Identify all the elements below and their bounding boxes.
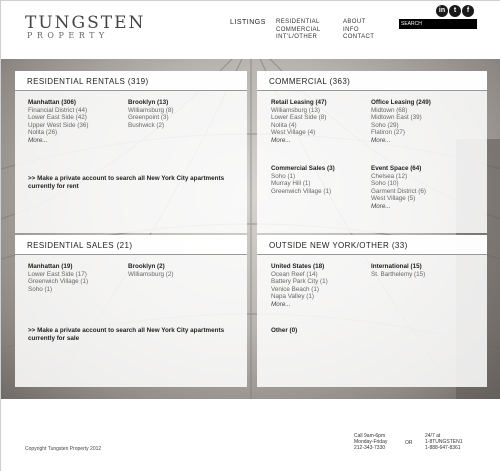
sale-account-link[interactable]: >> Make a private account to search all … (28, 327, 228, 343)
group-heading[interactable]: Event Space (64) (371, 165, 426, 173)
list-item[interactable]: West Village (5) (371, 195, 426, 203)
list-item[interactable]: St. Barthelemy (15) (371, 271, 425, 279)
list-item[interactable]: Ocean Reef (14) (271, 271, 328, 279)
list-item[interactable]: Midtown (68) (371, 107, 431, 115)
list-item[interactable]: Financial District (44) (28, 107, 88, 115)
group-brooklyn-rentals: Brooklyn (13) Williamsburg (8) Greenpoin… (128, 99, 173, 129)
copyright-text: Copyright Tungsten Property 2012 (25, 446, 102, 452)
list-item[interactable]: Battery Park City (1) (271, 278, 328, 286)
group-heading[interactable]: International (15) (371, 263, 425, 271)
more-link[interactable]: More... (271, 137, 327, 145)
list-item[interactable]: Venice Beach (1) (271, 286, 328, 294)
group-international: International (15) St. Barthelemy (15) (371, 263, 425, 278)
group-heading[interactable]: Manhattan (306) (28, 99, 88, 107)
linkedin-icon[interactable]: in (436, 5, 448, 17)
list-item[interactable]: Midtown East (39) (371, 114, 431, 122)
list-item[interactable]: Soho (1) (271, 173, 335, 181)
logo-wordmark: TUNGSTEN (25, 13, 146, 33)
list-item[interactable]: Williamsburg (2) (128, 271, 173, 279)
list-item[interactable]: Lower East Side (42) (28, 114, 88, 122)
panel-residential-sales: RESIDENTIAL SALES (21) Manhattan (19) Lo… (15, 235, 247, 387)
contact-tollfree-number[interactable]: 1-888-647-8361 (425, 445, 463, 451)
list-item[interactable]: Napa Valley (1) (271, 293, 328, 301)
list-item[interactable]: Lower East Side (8) (271, 114, 327, 122)
panel-title[interactable]: RESIDENTIAL SALES (21) (15, 235, 247, 255)
group-heading[interactable]: Brooklyn (2) (128, 263, 173, 271)
group-manhattan-rentals: Manhattan (306) Financial District (44) … (28, 99, 88, 145)
group-heading[interactable]: Brooklyn (13) (128, 99, 173, 107)
twitter-icon[interactable]: t (449, 5, 461, 17)
contact-alt: 24/7 at 1-8TUNGSTEN1 1-888-647-8361 (425, 433, 463, 452)
more-link[interactable]: More... (28, 137, 88, 145)
contact-or: OR (405, 440, 413, 446)
nav-residential[interactable]: RESIDENTIAL (276, 19, 321, 27)
group-brooklyn-sales: Brooklyn (2) Williamsburg (2) (128, 263, 173, 278)
group-retail-leasing: Retail Leasing (47) Williamsburg (13) Lo… (271, 99, 327, 145)
list-item[interactable]: Lower East Side (17) (28, 271, 88, 279)
list-item[interactable]: Greenwich Village (1) (28, 278, 88, 286)
group-other: Other (0) (271, 327, 297, 335)
list-item[interactable]: Bushwick (2) (128, 122, 173, 130)
panel-residential-rentals: RESIDENTIAL RENTALS (319) Manhattan (306… (15, 71, 247, 233)
facebook-icon[interactable]: f (462, 5, 474, 17)
list-item[interactable]: Greenpoint (3) (128, 114, 173, 122)
group-united-states: United States (18) Ocean Reef (14) Batte… (271, 263, 328, 309)
listings-hero: RESIDENTIAL RENTALS (319) Manhattan (306… (1, 59, 500, 399)
panel-title[interactable]: COMMERCIAL (363) (257, 71, 487, 91)
group-heading[interactable]: Office Leasing (249) (371, 99, 431, 107)
list-item[interactable]: Upper West Side (36) (28, 122, 88, 130)
list-item[interactable]: Soho (10) (371, 180, 426, 188)
group-heading[interactable]: Retail Leasing (47) (271, 99, 327, 107)
list-item[interactable]: West Village (4) (271, 129, 327, 137)
group-heading[interactable]: Other (0) (271, 327, 297, 335)
nav-intl-other[interactable]: INT'L/OTHER (276, 34, 321, 42)
panel-title[interactable]: OUTSIDE NEW YORK/OTHER (33) (257, 235, 487, 255)
list-item[interactable]: Soho (1) (28, 286, 88, 294)
more-link[interactable]: More... (371, 137, 431, 145)
nav-about-submenu: ABOUT INFO CONTACT (343, 19, 374, 42)
group-office-leasing: Office Leasing (249) Midtown (68) Midtow… (371, 99, 431, 145)
panel-outside-new-york: OUTSIDE NEW YORK/OTHER (33) United State… (257, 235, 487, 387)
group-heading[interactable]: Manhattan (19) (28, 263, 88, 271)
group-event-space: Event Space (64) Chelsea (12) Soho (10) … (371, 165, 426, 211)
group-heading[interactable]: United States (18) (271, 263, 328, 271)
panel-commercial: COMMERCIAL (363) Retail Leasing (47) Wil… (257, 71, 487, 233)
nav-about[interactable]: ABOUT (343, 19, 374, 27)
list-item[interactable]: Nolita (4) (271, 122, 327, 130)
list-item[interactable]: Flatiron (27) (371, 129, 431, 137)
more-link[interactable]: More... (371, 203, 426, 211)
list-item[interactable]: Soho (29) (371, 122, 431, 130)
panel-title[interactable]: RESIDENTIAL RENTALS (319) (15, 71, 247, 91)
logo[interactable]: TUNGSTEN PROPERTY (25, 13, 146, 41)
site-footer: Copyright Tungsten Property 2012 Call 9a… (1, 399, 500, 471)
group-commercial-sales: Commercial Sales (3) Soho (1) Murray Hil… (271, 165, 335, 195)
nav-info[interactable]: INFO (343, 27, 374, 35)
list-item[interactable]: Garment District (6) (371, 188, 426, 196)
list-item[interactable]: Nolita (26) (28, 129, 88, 137)
group-manhattan-sales: Manhattan (19) Lower East Side (17) Gree… (28, 263, 88, 293)
contact-hours: Call 9am-6pm Monday-Friday 212-343-7330 (354, 433, 387, 452)
search-input[interactable] (399, 19, 477, 29)
list-item[interactable]: Williamsburg (8) (128, 107, 173, 115)
page: TUNGSTEN PROPERTY LISTINGS RESIDENTIAL C… (0, 0, 500, 471)
list-item[interactable]: Chelsea (12) (371, 173, 426, 181)
nav-listings-submenu: RESIDENTIAL COMMERCIAL INT'L/OTHER (276, 19, 321, 42)
site-header: TUNGSTEN PROPERTY LISTINGS RESIDENTIAL C… (1, 1, 500, 59)
list-item[interactable]: Greenwich Village (1) (271, 188, 335, 196)
nav-commercial[interactable]: COMMERCIAL (276, 27, 321, 35)
nav-listings[interactable]: LISTINGS (230, 19, 266, 26)
rent-account-link[interactable]: >> Make a private account to search all … (28, 175, 228, 191)
list-item[interactable]: Williamsburg (13) (271, 107, 327, 115)
more-link[interactable]: More... (271, 301, 328, 309)
list-item[interactable]: Murray Hill (1) (271, 180, 335, 188)
group-heading[interactable]: Commercial Sales (3) (271, 165, 335, 173)
contact-phone[interactable]: 212-343-7330 (354, 445, 387, 451)
nav-contact[interactable]: CONTACT (343, 34, 374, 42)
